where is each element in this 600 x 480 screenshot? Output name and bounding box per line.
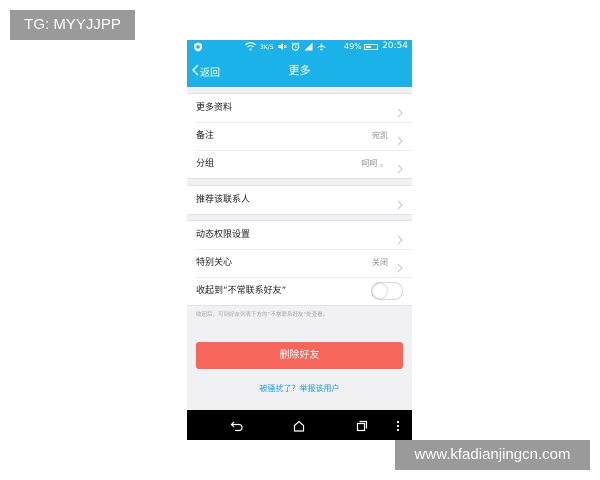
report-user-link[interactable]: 被骚扰了？举报该用户	[187, 383, 412, 394]
battery-percent: 49%	[344, 42, 362, 51]
shield-icon	[193, 42, 203, 52]
row-recommend-contact[interactable]: 推荐该联系人	[187, 186, 412, 214]
alarm-icon	[291, 42, 300, 53]
chevron-right-icon	[397, 159, 403, 174]
status-bar: 3K/S 49% 20:54	[187, 40, 412, 55]
row-value: 宛凯	[372, 131, 388, 140]
row-group[interactable]: 分组 呵呵 。	[187, 150, 412, 178]
back-nav-icon[interactable]	[230, 418, 244, 432]
hint-text: 收起后，可到好友列表下方的“不常联系好友”处查看。	[196, 312, 329, 318]
page-title: 更多	[288, 64, 311, 77]
status-icons: 3K/S	[245, 42, 326, 53]
row-label: 收起到“不常联系好友”	[196, 286, 287, 296]
chevron-right-icon	[397, 131, 403, 146]
chevron-right-icon	[397, 103, 403, 118]
row-label: 动态权限设置	[196, 230, 251, 240]
chevron-right-icon	[397, 258, 403, 273]
battery-fill	[365, 45, 371, 48]
row-more-info[interactable]: 更多资料	[187, 94, 412, 122]
battery-icon	[363, 43, 378, 50]
mute-icon	[278, 42, 287, 53]
system-nav-bar	[187, 410, 412, 440]
row-label: 分组	[196, 159, 215, 169]
row-value: 呵呵 。	[361, 159, 388, 168]
phone-screen: 3K/S 49% 20:54 返回 更多 更多资料 备注 宛凯 分组 呵呵 。 …	[187, 40, 412, 440]
nav-bar: 返回 更多	[187, 55, 412, 87]
row-collapse-infrequent: 收起到“不常联系好友”	[187, 277, 412, 305]
delete-friend-button[interactable]: 删除好友	[196, 342, 403, 369]
toggle-knob	[373, 284, 387, 298]
settings-group-info: 更多资料 备注 宛凯 分组 呵呵 。	[187, 93, 412, 179]
row-feed-permissions[interactable]: 动态权限设置	[187, 221, 412, 249]
row-label: 备注	[196, 131, 215, 141]
settings-group-privacy: 动态权限设置 特别关心 关闭 收起到“不常联系好友”	[187, 220, 412, 306]
chevron-right-icon	[397, 230, 403, 245]
recents-nav-icon[interactable]	[355, 418, 369, 432]
collapse-toggle[interactable]	[371, 282, 403, 300]
wifi-icon	[245, 42, 256, 53]
row-label: 更多资料	[196, 103, 233, 113]
row-remark[interactable]: 备注 宛凯	[187, 122, 412, 150]
battery-status: 49%	[344, 42, 378, 51]
row-value: 关闭	[372, 258, 388, 267]
watermark-top: TG: MYYJJPP	[10, 10, 135, 40]
row-label: 推荐该联系人	[196, 195, 251, 205]
overflow-menu-icon[interactable]	[395, 418, 401, 432]
clock: 20:54	[382, 41, 408, 51]
net-speed: 3K/S	[260, 44, 274, 51]
airplane-icon	[317, 42, 326, 53]
chevron-right-icon	[397, 195, 403, 210]
watermark-bottom: www.kfadianjingcn.com	[395, 440, 590, 470]
signal-icon	[304, 42, 313, 53]
row-special-care[interactable]: 特别关心 关闭	[187, 249, 412, 277]
home-nav-icon[interactable]	[292, 418, 306, 432]
row-label: 特别关心	[196, 258, 233, 268]
settings-group-recommend: 推荐该联系人	[187, 185, 412, 215]
